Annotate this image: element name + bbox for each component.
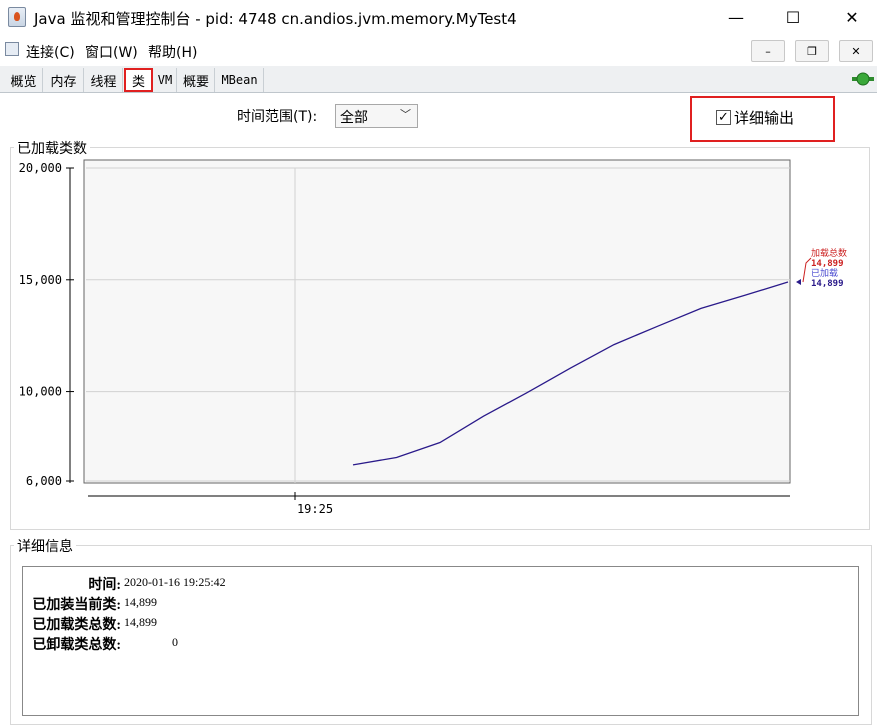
detail-label: 已卸载类总数: — [32, 638, 121, 653]
y-tick-label: 6,000 — [26, 474, 62, 488]
detail-label: 已加载类总数: — [32, 618, 121, 633]
legend-loaded-name: 已加载 — [811, 267, 838, 279]
y-tick-label: 20,000 — [19, 161, 62, 175]
detail-value: 0 — [172, 635, 178, 649]
detail-value: 14,899 — [124, 595, 157, 609]
plot-background — [83, 159, 791, 484]
x-tick-label: 19:25 — [297, 502, 333, 516]
y-tick-label: 15,000 — [19, 273, 62, 287]
legend-loaded-value: 14,899 — [811, 279, 844, 289]
detail-label: 时间: — [88, 578, 121, 593]
legend-total-loaded-name: 加载总数 — [811, 247, 847, 259]
details-title: 详细信息 — [14, 536, 76, 556]
detail-value: 2020-01-16 19:25:42 — [124, 575, 226, 589]
y-tick-label: 10,000 — [19, 385, 62, 399]
series-end-marker — [796, 279, 801, 286]
detail-value: 14,899 — [124, 615, 157, 629]
legend-total-loaded-value: 14,899 — [811, 259, 844, 269]
legend-bracket — [802, 257, 812, 283]
detail-label: 已加装当前类: — [32, 598, 121, 613]
